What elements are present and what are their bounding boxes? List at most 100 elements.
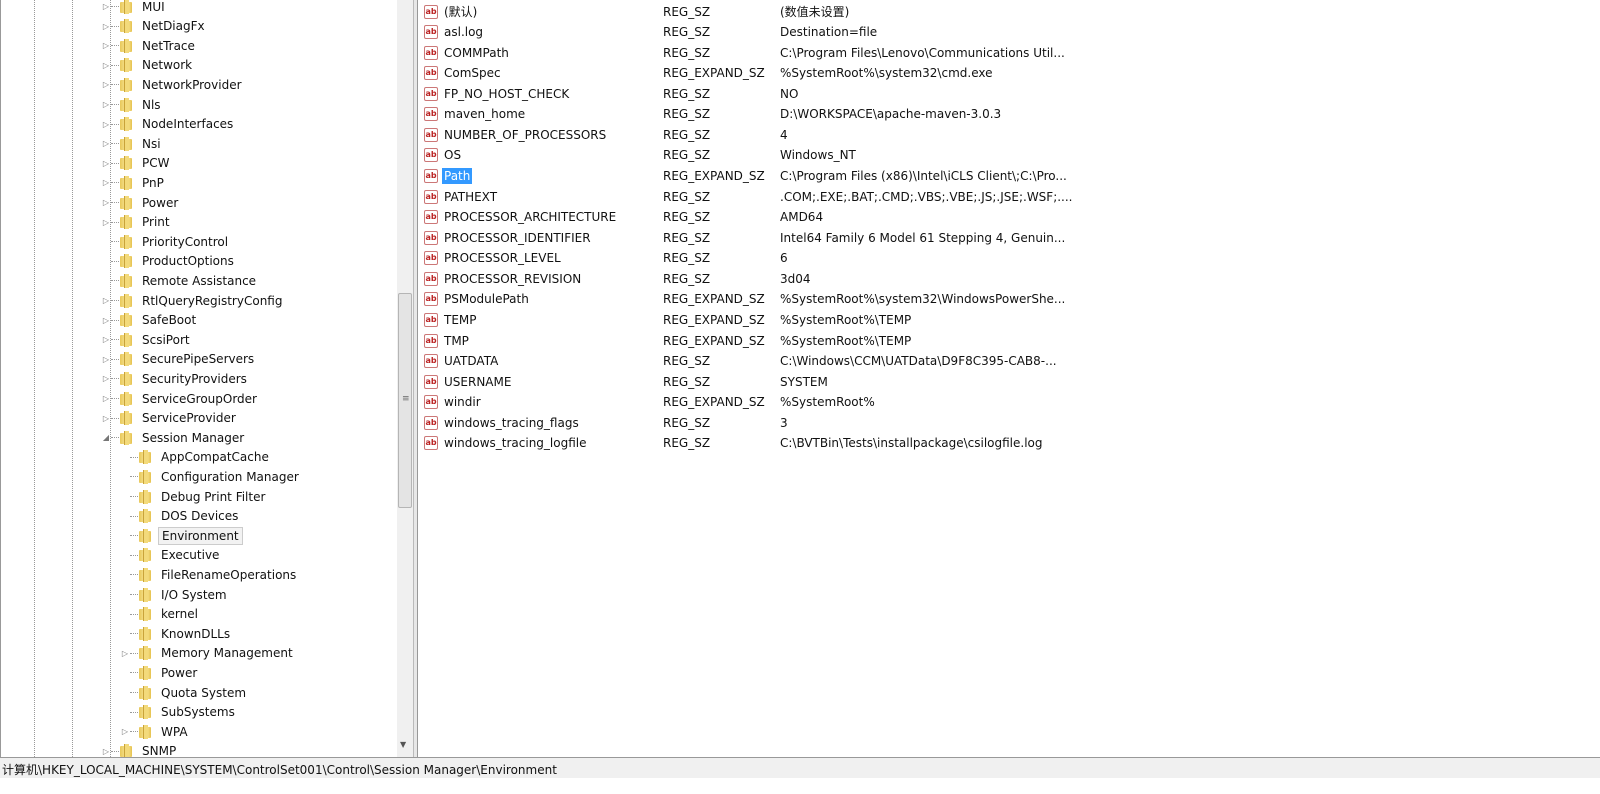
value-row[interactable]: ab COMMPath REG_SZ C:\Program Files\Lenovo\… [424,43,1065,62]
tree-item[interactable]: PriorityControl [101,232,231,251]
tree-item[interactable]: ▷ Nsi [101,134,164,153]
tree-connector [130,731,138,733]
tree-item[interactable]: Debug Print Filter [120,487,268,506]
collapsed-arrow-icon[interactable]: ▷ [101,120,111,129]
value-row[interactable]: ab Path REG_EXPAND_SZ C:\Program Files (x86… [424,167,1067,186]
string-value-icon: ab [424,189,438,204]
scrollbar-thumb[interactable]: ≡ [398,293,412,508]
tree-item[interactable]: DOS Devices [120,507,241,526]
value-row[interactable]: ab windows_tracing_flags REG_SZ 3 [424,413,788,432]
tree-item[interactable]: Executive [120,546,222,565]
collapsed-arrow-icon[interactable]: ▷ [101,100,111,109]
tree-item[interactable]: ▷ SecurityProviders [101,369,250,388]
tree-item[interactable]: Environment [120,526,243,545]
tree-item[interactable]: ▷ PCW [101,154,172,173]
value-row[interactable]: ab NUMBER_OF_PROCESSORS REG_SZ 4 [424,125,788,144]
tree-item[interactable]: ▷ SNMP [101,742,179,757]
tree-item[interactable]: ▷ Print [101,213,173,232]
tree-item[interactable]: ▷ WPA [120,722,191,741]
collapsed-arrow-icon[interactable]: ▷ [101,61,111,70]
tree-item[interactable]: FileRenameOperations [120,565,299,584]
value-row[interactable]: ab TEMP REG_EXPAND_SZ %SystemRoot%\TEMP [424,311,911,330]
folder-icon [138,626,152,641]
value-row[interactable]: ab maven_home REG_SZ D:\WORKSPACE\apache-ma… [424,105,1001,124]
collapsed-arrow-icon[interactable]: ▷ [101,2,111,11]
collapsed-arrow-icon[interactable]: ▷ [101,198,111,207]
expanded-arrow-icon[interactable]: ◢ [101,433,111,442]
collapsed-arrow-icon[interactable]: ▷ [101,22,111,31]
collapsed-arrow-icon[interactable]: ▷ [101,316,111,325]
value-row[interactable]: ab windows_tracing_logfile REG_SZ C:\BVTBin… [424,434,1043,453]
tree-item[interactable]: ▷ ServiceGroupOrder [101,389,260,408]
tree-item[interactable]: ▷ NodeInterfaces [101,115,236,134]
value-row[interactable]: ab (默认) REG_SZ (数值未设置) [424,2,849,21]
tree-item[interactable]: ProductOptions [101,252,237,271]
value-row[interactable]: ab PROCESSOR_ARCHITECTURE REG_SZ AMD64 [424,208,823,227]
collapsed-arrow-icon[interactable]: ▷ [101,394,111,403]
collapsed-arrow-icon[interactable]: ▷ [120,727,130,736]
tree-item[interactable]: ▷ NetTrace [101,36,198,55]
tree-item-label: Quota System [161,685,247,700]
value-row[interactable]: ab PROCESSOR_REVISION REG_SZ 3d04 [424,269,811,288]
collapsed-arrow-icon[interactable]: ▷ [101,296,111,305]
collapsed-arrow-icon[interactable]: ▷ [101,178,111,187]
tree-item[interactable]: Quota System [120,683,249,702]
value-row[interactable]: ab asl.log REG_SZ Destination=file [424,23,877,42]
value-row[interactable]: ab ComSpec REG_EXPAND_SZ %SystemRoot%\syste… [424,64,992,83]
tree-item[interactable]: AppCompatCache [120,448,272,467]
collapsed-arrow-icon[interactable]: ▷ [101,355,111,364]
tree-scrollbar[interactable]: ≡ ▼ [397,0,413,757]
collapsed-arrow-icon[interactable]: ▷ [101,80,111,89]
tree-item[interactable]: ▷ Nls [101,95,164,114]
value-row[interactable]: ab PROCESSOR_IDENTIFIER REG_SZ Intel64 Fami… [424,228,1065,247]
collapsed-arrow-icon[interactable]: ▷ [101,218,111,227]
tree-item[interactable]: Configuration Manager [120,467,302,486]
tree-item[interactable]: ◢ Session Manager [101,428,247,447]
value-data: 3 [780,415,788,430]
tree-item[interactable]: SubSystems [120,703,238,722]
value-name: windir [440,394,663,410]
collapsed-arrow-icon[interactable]: ▷ [101,747,111,756]
collapsed-arrow-icon[interactable]: ▷ [120,649,130,658]
tree-item[interactable]: Power [120,663,200,682]
value-row[interactable]: ab TMP REG_EXPAND_SZ %SystemRoot%\TEMP [424,331,911,350]
tree-item[interactable]: ▷ SafeBoot [101,311,199,330]
collapsed-arrow-icon[interactable]: ▷ [101,41,111,50]
tree-item[interactable]: kernel [120,605,201,624]
tree-connector [130,574,138,576]
tree-item[interactable]: ▷ NetDiagFx [101,17,208,36]
tree-item[interactable]: ▷ ScsiPort [101,330,193,349]
tree-item[interactable]: ▷ Power [101,193,181,212]
folder-icon [138,685,152,700]
tree-item[interactable]: ▷ SecurePipeServers [101,350,257,369]
tree-item[interactable]: ▷ Network [101,56,195,75]
tree-item[interactable]: ▷ MUI [101,0,168,16]
tree-item[interactable]: KnownDLLs [120,624,233,643]
collapsed-arrow-icon[interactable]: ▷ [101,139,111,148]
value-type: REG_SZ [663,436,711,451]
tree-item[interactable]: ▷ Memory Management [120,644,296,663]
tree-item[interactable]: ▷ NetworkProvider [101,75,245,94]
value-row[interactable]: ab UATDATA REG_SZ C:\Windows\CCM\UATData\D9… [424,352,1057,371]
tree-item-label: ScsiPort [142,332,190,347]
collapsed-arrow-icon[interactable]: ▷ [101,414,111,423]
value-row[interactable]: ab windir REG_EXPAND_SZ %SystemRoot% [424,393,875,412]
value-row[interactable]: ab PATHEXT REG_SZ .COM;.EXE;.BAT;.CMD;.VBS;… [424,187,1073,206]
tree-item[interactable]: ▷ RtlQueryRegistryConfig [101,291,285,310]
tree-item[interactable]: I/O System [120,585,230,604]
collapsed-arrow-icon[interactable]: ▷ [101,374,111,383]
value-row[interactable]: ab PROCESSOR_LEVEL REG_SZ 6 [424,249,788,268]
tree-item[interactable]: ▷ PnP [101,173,167,192]
scroll-down-arrow-icon[interactable]: ▼ [400,740,406,749]
collapsed-arrow-icon[interactable]: ▷ [101,335,111,344]
value-row[interactable]: ab OS REG_SZ Windows_NT [424,146,856,165]
tree-connector [130,633,138,635]
value-row[interactable]: ab PSModulePath REG_EXPAND_SZ %SystemRoot%\… [424,290,1065,309]
tree-item[interactable]: ▷ ServiceProvider [101,409,239,428]
value-row[interactable]: ab FP_NO_HOST_CHECK REG_SZ NO [424,84,798,103]
folder-icon [138,528,152,543]
tree-item[interactable]: Remote Assistance [101,271,259,290]
collapsed-arrow-icon[interactable]: ▷ [101,159,111,168]
tree-connector [130,594,138,595]
value-row[interactable]: ab USERNAME REG_SZ SYSTEM [424,372,828,391]
